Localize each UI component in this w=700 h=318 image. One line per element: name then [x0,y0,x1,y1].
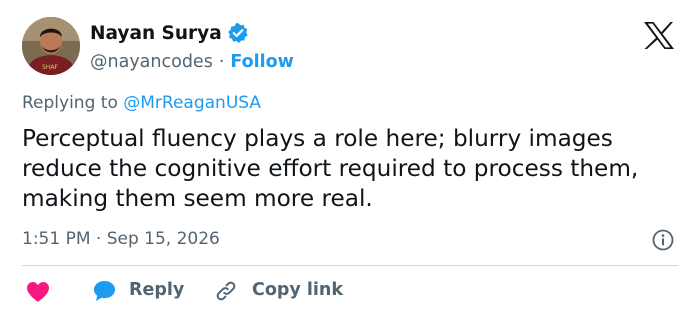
avatar[interactable]: SHAF [22,17,80,75]
speech-bubble-icon[interactable] [92,279,117,303]
tweet-timestamp[interactable]: 1:51 PM · Sep 15, 2026 [22,229,220,249]
follow-button[interactable]: Follow [230,52,293,72]
x-logo-icon[interactable] [643,21,675,50]
divider [22,265,678,266]
author-name[interactable]: Nayan Surya [90,23,222,44]
copy-link-button[interactable]: Copy link [252,280,343,300]
info-icon[interactable] [651,228,675,252]
verified-badge-icon [227,23,248,43]
link-icon[interactable] [214,279,238,303]
reply-context: Replying to @MrReaganUSA [22,93,261,113]
avatar-photo: SHAF [22,17,80,75]
replying-prefix: Replying to [22,93,124,113]
heart-icon[interactable] [25,280,51,304]
handle-row: @nayancodes · Follow [90,49,294,75]
shirt-print: SHAF [42,64,58,71]
reply-button[interactable]: Reply [129,280,184,300]
tweet-text: Perceptual fluency plays a role here; bl… [22,125,639,212]
mention-link[interactable]: @MrReaganUSA [123,93,261,113]
author-info: Nayan Surya @nayancodes · Follow [90,18,294,75]
separator-dot: · [218,52,225,72]
action-bar: Reply Copy link [0,276,700,306]
name-row: Nayan Surya [90,18,294,48]
author-handle[interactable]: @nayancodes [90,52,213,72]
